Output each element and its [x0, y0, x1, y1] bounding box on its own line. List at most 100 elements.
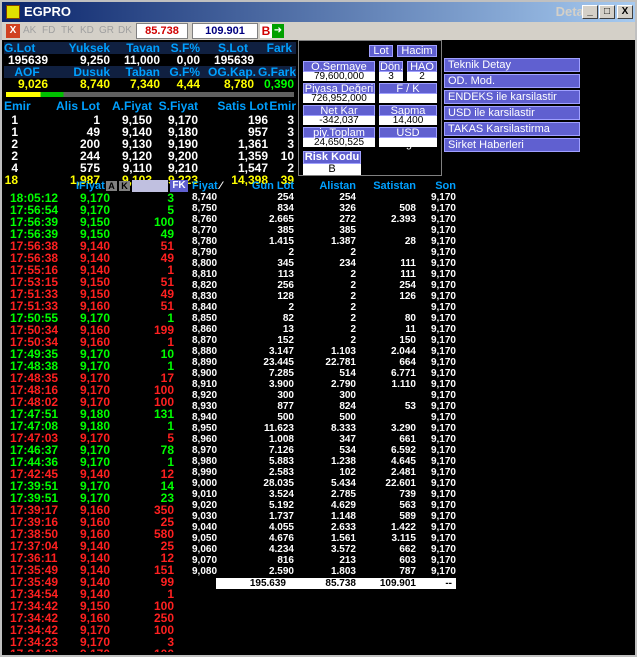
depth-row[interactable]: 8,920 300 300 9,170	[190, 390, 456, 401]
trade-cell: 17:34:23	[10, 648, 70, 652]
link-endeks[interactable]: ENDEKS ile karsilastir	[444, 90, 580, 104]
depth-cell: 8,890	[192, 357, 218, 368]
depth-cell: 4.676	[268, 533, 294, 544]
depth-cell: 3.290	[390, 423, 416, 434]
depth-row[interactable]: 8,820 256 2 254 9,170	[190, 280, 456, 291]
depth-cell: 53	[404, 401, 416, 412]
depth-total-cell: 85.738	[325, 578, 356, 589]
depth-cell: 2	[350, 269, 356, 280]
lot-button[interactable]: Lot	[369, 45, 393, 57]
depth-row[interactable]: 8,970 7.126 534 6.592 9,170	[190, 445, 456, 456]
title-bar[interactable]: EGPRO Detay _ □ X	[2, 2, 635, 22]
tab-dk[interactable]: DK	[117, 24, 133, 38]
depth-cell: 787	[399, 566, 416, 577]
depth-row[interactable]: 8,860 13 2 11 9,170	[190, 324, 456, 335]
depth-row[interactable]: 8,840 2 2 9,170	[190, 302, 456, 313]
header-emir-sell: Emir	[269, 99, 296, 113]
header-gun-lot[interactable]: Gun Lot	[248, 180, 294, 192]
usd-label[interactable]: USD Değeri	[379, 127, 437, 150]
maximize-button[interactable]: □	[599, 5, 615, 19]
depth-row[interactable]: 9,040 4.055 2.633 1.422 9,170	[190, 522, 456, 533]
depth-cell: 234	[339, 258, 356, 269]
depth-cell: 126	[399, 291, 416, 302]
arrow-right-icon[interactable]: ➜	[272, 24, 284, 38]
depth-row[interactable]: 8,880 3.147 1.103 2.044 9,170	[190, 346, 456, 357]
depth-row[interactable]: 9,050 4.676 1.561 3.115 9,170	[190, 533, 456, 544]
close-button[interactable]: X	[617, 5, 633, 19]
depth-cell: 8,860	[192, 324, 218, 335]
depth-row[interactable]: 8,930 877 824 53 9,170	[190, 401, 456, 412]
depth-cell: 662	[399, 544, 416, 555]
link-od-mod[interactable]: OD. Mod.	[444, 74, 580, 88]
depth-row[interactable]: 8,760 2.665 272 2.393 9,170	[190, 214, 456, 225]
header-satistan[interactable]: Satistan	[360, 180, 416, 192]
minimize-button[interactable]: _	[582, 5, 598, 19]
trade-row[interactable]: 17:34:23 9,170 100	[4, 648, 188, 652]
depth-cell: 4.645	[390, 456, 416, 467]
link-usd[interactable]: USD ile karsilastir	[444, 106, 580, 120]
depth-row[interactable]: 8,740 254 254 9,170	[190, 192, 456, 203]
filter-k-button[interactable]: K	[119, 181, 130, 191]
tab-fd[interactable]: FD	[41, 24, 56, 38]
depth-row[interactable]: 8,960 1.008 347 661 9,170	[190, 434, 456, 445]
depth-cell: 8,970	[192, 445, 218, 456]
link-takas[interactable]: TAKAS Karsilastirma	[444, 122, 580, 136]
depth-row[interactable]: 8,810 113 2 111 9,170	[190, 269, 456, 280]
depth-row[interactable]: 8,830 128 2 126 9,170	[190, 291, 456, 302]
depth-row[interactable]: 8,900 7.285 514 6.771 9,170	[190, 368, 456, 379]
depth-cell: 816	[277, 555, 294, 566]
depth-row[interactable]: 9,020 5.192 4.629 563 9,170	[190, 500, 456, 511]
link-teknik-detay[interactable]: Teknik Detay	[444, 58, 580, 72]
depth-row[interactable]: 9,070 816 213 603 9,170	[190, 555, 456, 566]
risk-kodu-value: B	[303, 164, 361, 175]
b-label[interactable]: B	[260, 24, 272, 38]
depth-row[interactable]: 9,000 28.035 5.434 22.601 9,170	[190, 478, 456, 489]
depth-cell: 3.524	[268, 489, 294, 500]
toolbar-close-icon[interactable]: X	[6, 24, 20, 38]
depth-cell: 8,880	[192, 346, 218, 357]
depth-cell: 9,170	[430, 456, 456, 467]
depth-row[interactable]: 8,800 345 234 111 9,170	[190, 258, 456, 269]
depth-row[interactable]: 9,010 3.524 2.785 739 9,170	[190, 489, 456, 500]
fk-button[interactable]: FK	[170, 180, 188, 192]
depth-row[interactable]: 8,790 2 2 9,170	[190, 247, 456, 258]
depth-cell: 385	[277, 225, 294, 236]
tab-tk[interactable]: TK	[60, 24, 75, 38]
depth-row[interactable]: 9,060 4.234 3.572 662 9,170	[190, 544, 456, 555]
depth-row[interactable]: 8,870 152 2 150 9,170	[190, 335, 456, 346]
tab-ak[interactable]: AK	[22, 24, 37, 38]
depth-row[interactable]: 8,910 3.900 2.790 1.110 9,170	[190, 379, 456, 390]
main-window: EGPRO Detay _ □ X X AK FD TK KD GR DK 85…	[0, 0, 637, 657]
depth-cell: 9,170	[430, 368, 456, 379]
depth-row[interactable]: 8,980 5.883 1.238 4.645 9,170	[190, 456, 456, 467]
depth-row[interactable]: 9,080 2.590 1.803 787 9,170	[190, 566, 456, 577]
depth-row[interactable]: 8,940 500 500 9,170	[190, 412, 456, 423]
filter-input[interactable]	[132, 180, 168, 192]
depth-cell: 4.055	[268, 522, 294, 533]
link-sirket-haberleri[interactable]: Sirket Haberleri	[444, 138, 580, 152]
tab-gr[interactable]: GR	[98, 24, 115, 38]
depth-row[interactable]: 8,950 11.623 8.333 3.290 9,170	[190, 423, 456, 434]
toolbar: X AK FD TK KD GR DK 85.738 109.901 B ➜	[2, 22, 635, 40]
depth-cell: 2	[288, 247, 294, 258]
hacim-button[interactable]: Hacim	[397, 45, 437, 57]
depth-row[interactable]: 8,990 2.583 102 2.481 9,170	[190, 467, 456, 478]
header-fiyat[interactable]: Fiyat	[192, 180, 218, 192]
depth-cell: 9,170	[430, 423, 456, 434]
header-son[interactable]: Son	[416, 180, 456, 192]
depth-row[interactable]: 8,780 1.415 1.387 28 9,170	[190, 236, 456, 247]
info-panel: Lot Hacim O.Sermaye 79,600,000 Dön. 3 HA…	[298, 40, 442, 176]
filter-a-button[interactable]: A	[106, 181, 117, 191]
depth-cell: 22.601	[385, 478, 416, 489]
depth-cell: 5.434	[330, 478, 356, 489]
header-alistan[interactable]: Alistan	[302, 180, 356, 192]
depth-cell: 9,030	[192, 511, 218, 522]
depth-row[interactable]: 8,850 82 2 80 9,170	[190, 313, 456, 324]
depth-cell: 9,040	[192, 522, 218, 533]
depth-row[interactable]: 8,890 23.445 22.781 664 9,170	[190, 357, 456, 368]
tab-kd[interactable]: KD	[79, 24, 95, 38]
depth-row[interactable]: 8,750 834 326 508 9,170	[190, 203, 456, 214]
depth-cell: 213	[339, 555, 356, 566]
depth-row[interactable]: 8,770 385 385 9,170	[190, 225, 456, 236]
depth-row[interactable]: 9,030 1.737 1.148 589 9,170	[190, 511, 456, 522]
